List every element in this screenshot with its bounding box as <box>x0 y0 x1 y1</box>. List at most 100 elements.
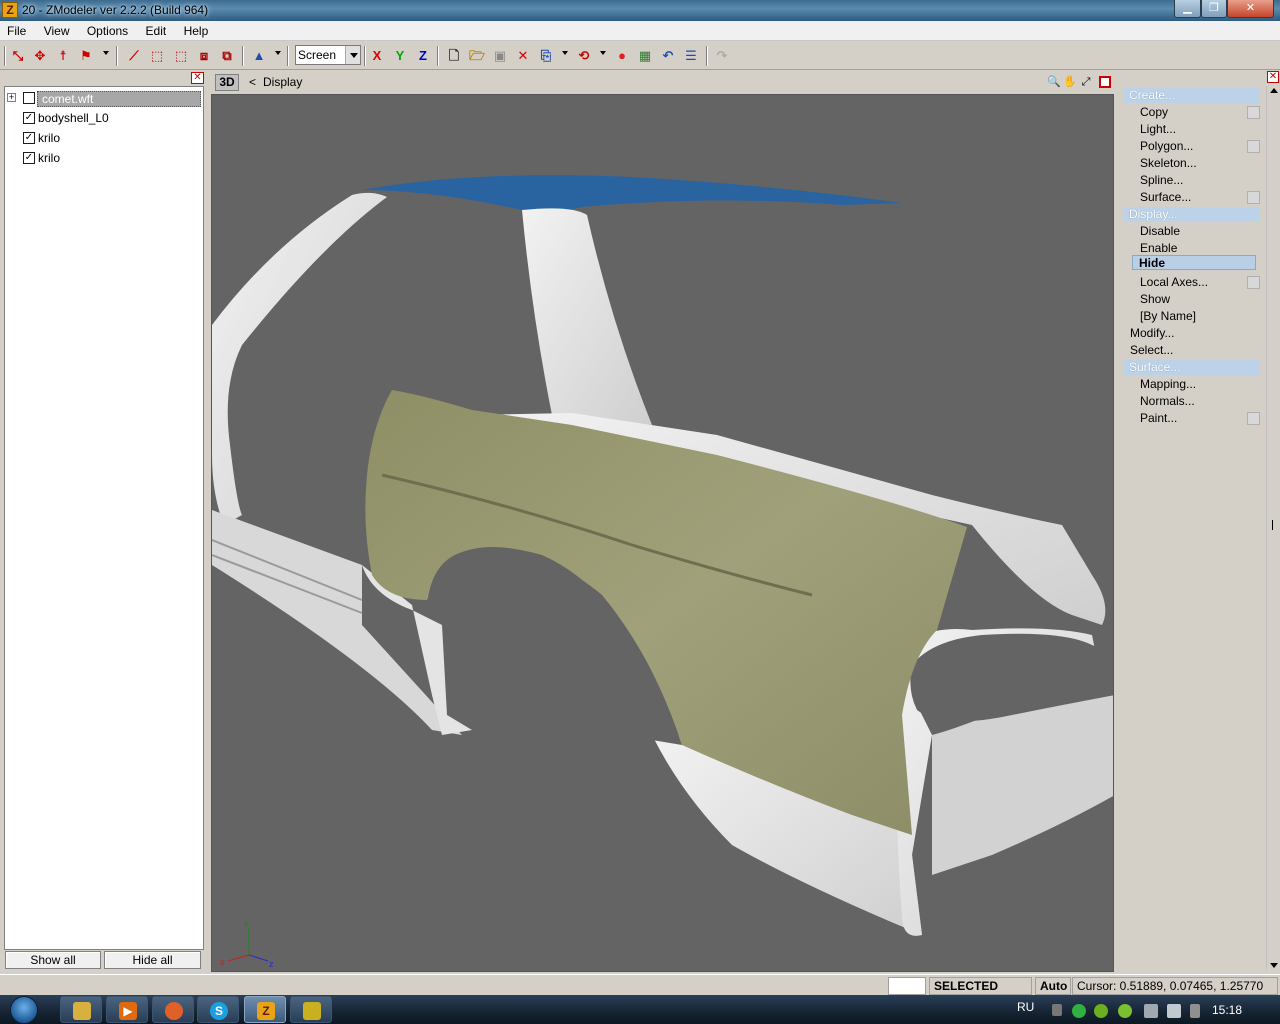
cmd-copy[interactable]: Copy <box>1140 105 1168 120</box>
copy-objects-icon[interactable]: ⎘ <box>537 47 555 65</box>
axis-y-toggle[interactable]: Y <box>391 47 409 65</box>
cmd-options-box[interactable] <box>1247 276 1260 289</box>
undo-icon[interactable]: ↶ <box>659 47 677 65</box>
taskbar-app[interactable] <box>290 996 332 1023</box>
figure-tool-icon[interactable]: ☨ <box>54 47 72 65</box>
tree-item[interactable]: ✓ bodyshell_L0 <box>5 109 203 127</box>
hide-all-button[interactable]: Hide all <box>104 951 201 969</box>
cmd-skeleton[interactable]: Skeleton... <box>1140 156 1197 171</box>
status-auto[interactable]: Auto <box>1035 977 1071 995</box>
tray-flag-icon[interactable] <box>1190 1004 1200 1018</box>
edge-mode-icon[interactable]: ⬚ <box>148 47 166 65</box>
menu-file[interactable]: File <box>0 21 33 38</box>
undo-history-icon[interactable]: ⟲ <box>575 47 593 65</box>
object-mode-icon[interactable]: ⧈ <box>195 47 213 65</box>
cmd-options-box[interactable] <box>1247 191 1260 204</box>
tray-bug-icon[interactable] <box>1094 1004 1108 1018</box>
cmd-show[interactable]: Show <box>1140 292 1170 307</box>
face-mode-icon[interactable]: ⬚ <box>172 47 190 65</box>
cmd-polygon[interactable]: Polygon... <box>1140 139 1193 154</box>
visibility-checkbox[interactable]: ✓ <box>23 152 35 164</box>
cmd-select[interactable]: Select... <box>1130 343 1173 358</box>
clock[interactable]: 15:18 <box>1212 1003 1242 1017</box>
maximize-viewport-icon[interactable]: ⤢ <box>1079 75 1093 89</box>
viewport-close-icon[interactable] <box>1099 76 1111 88</box>
menu-options[interactable]: Options <box>80 21 135 38</box>
menu-help[interactable]: Help <box>177 21 216 38</box>
cmd-modify[interactable]: Modify... <box>1130 326 1174 341</box>
menu-view[interactable]: View <box>37 21 77 38</box>
zoom-icon[interactable]: 🔍 <box>1047 75 1061 89</box>
viewport-mode-3d[interactable]: 3D <box>215 74 239 91</box>
undo-history-dropdown[interactable] <box>600 51 606 55</box>
cmd-by-name[interactable]: [By Name] <box>1140 309 1196 324</box>
save-disk-icon[interactable]: ▣ <box>491 47 509 65</box>
cmd-mapping[interactable]: Mapping... <box>1140 377 1196 392</box>
render-ball-icon[interactable]: ● <box>613 47 631 65</box>
cmd-local-axes[interactable]: Local Axes... <box>1140 275 1208 290</box>
tree-item[interactable]: + comet.wft <box>5 89 203 107</box>
open-folder-icon[interactable]: 🗁 <box>468 47 486 65</box>
redo-icon[interactable]: ↷ <box>713 47 731 65</box>
cmd-enable[interactable]: Enable <box>1140 241 1177 256</box>
menu-edit[interactable]: Edit <box>139 21 174 38</box>
chevron-down-icon[interactable] <box>345 46 360 64</box>
cmd-options-box[interactable] <box>1247 412 1260 425</box>
cmd-hide[interactable]: Hide <box>1132 255 1256 270</box>
maximize-button[interactable]: ❐ <box>1201 0 1227 18</box>
group-tool-icon[interactable]: ⚑ <box>77 47 95 65</box>
volume-icon[interactable] <box>1167 1004 1181 1018</box>
cmd-surface[interactable]: Surface... <box>1140 190 1191 205</box>
scroll-grip[interactable] <box>1272 520 1274 530</box>
close-icon[interactable]: ✕ <box>191 72 204 84</box>
tray-arrow-icon[interactable] <box>1052 1004 1062 1016</box>
keyboard-language[interactable]: RU <box>1017 1000 1034 1014</box>
notes-icon[interactable]: ☰ <box>682 47 700 65</box>
taskbar-skype[interactable]: S <box>197 996 239 1023</box>
cmd-paint[interactable]: Paint... <box>1140 411 1177 426</box>
show-all-button[interactable]: Show all <box>5 951 101 969</box>
cmd-disable[interactable]: Disable <box>1140 224 1180 239</box>
taskbar-zmodeler[interactable]: Z <box>244 996 286 1023</box>
cmd-spline[interactable]: Spline... <box>1140 173 1183 188</box>
minimize-button[interactable]: ▁ <box>1174 0 1201 18</box>
axis-x-toggle[interactable]: X <box>368 47 386 65</box>
scroll-up-icon[interactable] <box>1270 88 1278 93</box>
axis-tool-icon[interactable]: ▲ <box>250 47 268 65</box>
vertex-mode-icon[interactable]: ⟋ <box>125 47 143 65</box>
visibility-checkbox[interactable] <box>23 92 35 104</box>
move-tool-icon[interactable]: ✥ <box>31 47 49 65</box>
start-button[interactable] <box>6 995 46 1024</box>
create-header[interactable]: Create... <box>1124 88 1260 103</box>
back-icon[interactable]: < <box>249 75 256 89</box>
command-panel-scrollbar[interactable] <box>1266 86 1279 970</box>
coordinate-mode-select[interactable]: Screen <box>295 45 361 65</box>
surface-header[interactable]: Surface... <box>1124 360 1260 375</box>
cmd-light[interactable]: Light... <box>1140 122 1176 137</box>
cmd-normals[interactable]: Normals... <box>1140 394 1195 409</box>
cmd-options-box[interactable] <box>1247 106 1260 119</box>
group-tool-dropdown[interactable] <box>103 51 109 55</box>
close-button[interactable]: ✕ <box>1227 0 1274 18</box>
axis-tool-dropdown[interactable] <box>275 51 281 55</box>
tree-item[interactable]: ✓ krilo <box>5 149 203 167</box>
close-icon[interactable]: ✕ <box>1267 71 1279 83</box>
visibility-checkbox[interactable]: ✓ <box>23 132 35 144</box>
material-editor-icon[interactable]: ▦ <box>636 47 654 65</box>
new-file-icon[interactable]: 🗋 <box>445 47 463 65</box>
select-tool-icon[interactable]: ⤡ <box>9 47 27 65</box>
tray-bug-icon[interactable] <box>1118 1004 1132 1018</box>
tree-item[interactable]: ✓ krilo <box>5 129 203 147</box>
taskbar-explorer[interactable] <box>60 996 102 1023</box>
tray-shield-icon[interactable] <box>1072 1004 1086 1018</box>
cmd-options-box[interactable] <box>1247 140 1260 153</box>
copy-objects-dropdown[interactable] <box>562 51 568 55</box>
network-icon[interactable] <box>1144 1004 1158 1018</box>
expand-icon[interactable]: + <box>7 93 16 102</box>
scroll-down-icon[interactable] <box>1270 963 1278 968</box>
surface-mode-icon[interactable]: ⧉ <box>218 47 236 65</box>
3d-viewport[interactable]: y z x <box>211 94 1114 972</box>
display-header[interactable]: Display... <box>1124 207 1260 222</box>
taskbar-media-player[interactable]: ▶ <box>106 996 148 1023</box>
pan-hand-icon[interactable]: ✋ <box>1063 75 1077 89</box>
